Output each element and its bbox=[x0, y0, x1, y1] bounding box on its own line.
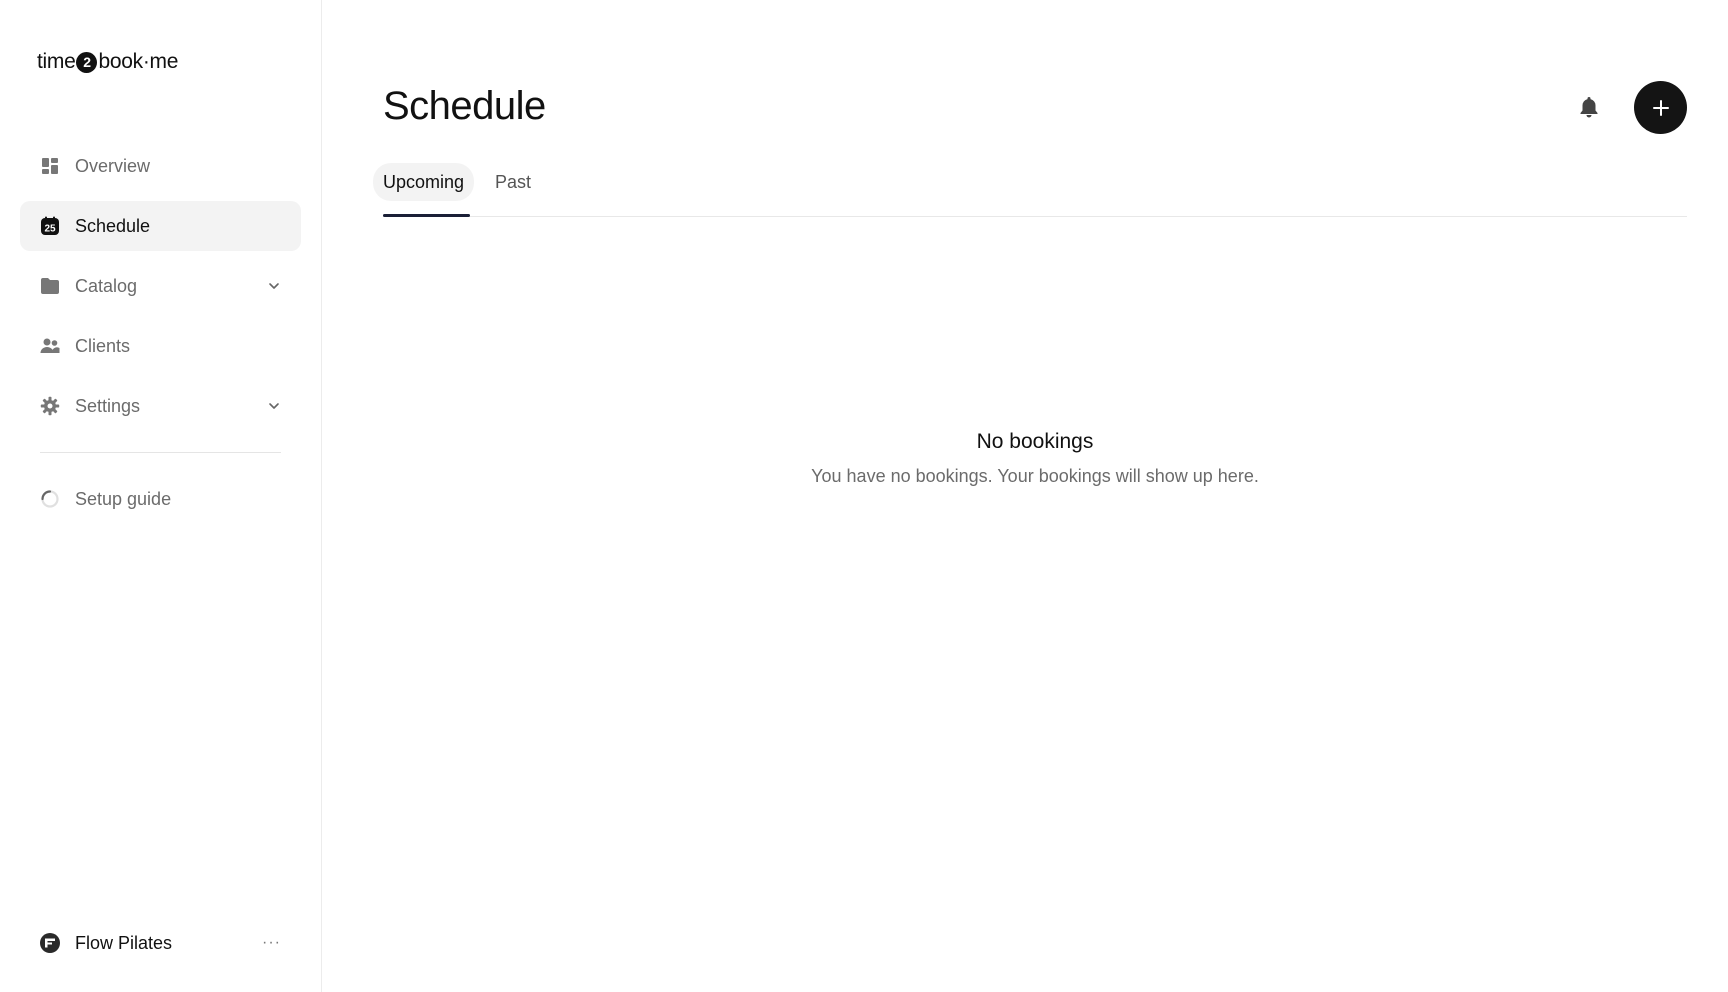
sidebar-item-label: Setup guide bbox=[75, 488, 172, 509]
dashboard-icon bbox=[40, 156, 60, 176]
sidebar-item-label: Settings bbox=[75, 395, 141, 416]
sidebar-nav: Overview 25 Schedule Catalog Clients Set… bbox=[20, 141, 301, 441]
more-options-icon[interactable]: ··· bbox=[262, 934, 281, 952]
account-switcher[interactable]: Flow Pilates ··· bbox=[20, 918, 301, 968]
plus-icon bbox=[1652, 99, 1669, 116]
tab-past[interactable]: Past bbox=[485, 163, 541, 201]
avatar bbox=[40, 933, 60, 953]
chevron-down-icon[interactable] bbox=[267, 279, 281, 293]
bell-icon[interactable] bbox=[1576, 94, 1602, 120]
add-booking-button[interactable] bbox=[1634, 81, 1687, 134]
empty-state-description: You have no bookings. Your bookings will… bbox=[811, 466, 1259, 486]
chevron-down-icon[interactable] bbox=[267, 399, 281, 413]
main-content: Schedule Upcoming Past No bookings You h… bbox=[322, 0, 1728, 992]
users-icon bbox=[40, 336, 60, 356]
sidebar-item-clients[interactable]: Clients bbox=[20, 321, 301, 371]
progress-ring-icon bbox=[40, 489, 60, 509]
sidebar-divider bbox=[40, 452, 281, 453]
tab-bar: Upcoming Past bbox=[373, 163, 1687, 217]
logo[interactable]: time 2 book·me bbox=[37, 50, 178, 74]
logo-badge: 2 bbox=[76, 51, 98, 73]
sidebar-item-label: Schedule bbox=[75, 215, 151, 236]
page-title: Schedule bbox=[383, 84, 546, 128]
gear-icon bbox=[40, 396, 60, 416]
sidebar-item-catalog[interactable]: Catalog bbox=[20, 261, 301, 311]
app-root: time 2 book·me Overview 25 Schedule Cata… bbox=[0, 0, 1728, 992]
sidebar: time 2 book·me Overview 25 Schedule Cata… bbox=[0, 0, 322, 992]
logo-text-right: book·me bbox=[98, 50, 179, 73]
empty-state: No bookings You have no bookings. Your b… bbox=[322, 430, 1728, 487]
sidebar-item-overview[interactable]: Overview bbox=[20, 141, 301, 191]
account-name: Flow Pilates bbox=[75, 932, 173, 953]
calendar-icon: 25 bbox=[40, 216, 60, 236]
logo-text-left: time bbox=[37, 50, 76, 73]
folder-icon bbox=[40, 276, 60, 296]
empty-state-title: No bookings bbox=[976, 430, 1094, 453]
sidebar-item-setup-guide[interactable]: Setup guide bbox=[20, 474, 301, 524]
sidebar-item-label: Catalog bbox=[75, 275, 138, 296]
sidebar-item-settings[interactable]: Settings bbox=[20, 381, 301, 431]
sidebar-item-label: Overview bbox=[75, 155, 151, 176]
sidebar-item-schedule[interactable]: 25 Schedule bbox=[20, 201, 301, 251]
setup-guide-section: Setup guide bbox=[20, 474, 301, 534]
active-tab-indicator bbox=[383, 214, 470, 217]
calendar-icon-day: 25 bbox=[44, 224, 56, 235]
sidebar-item-label: Clients bbox=[75, 335, 131, 356]
tab-upcoming[interactable]: Upcoming bbox=[373, 163, 475, 201]
